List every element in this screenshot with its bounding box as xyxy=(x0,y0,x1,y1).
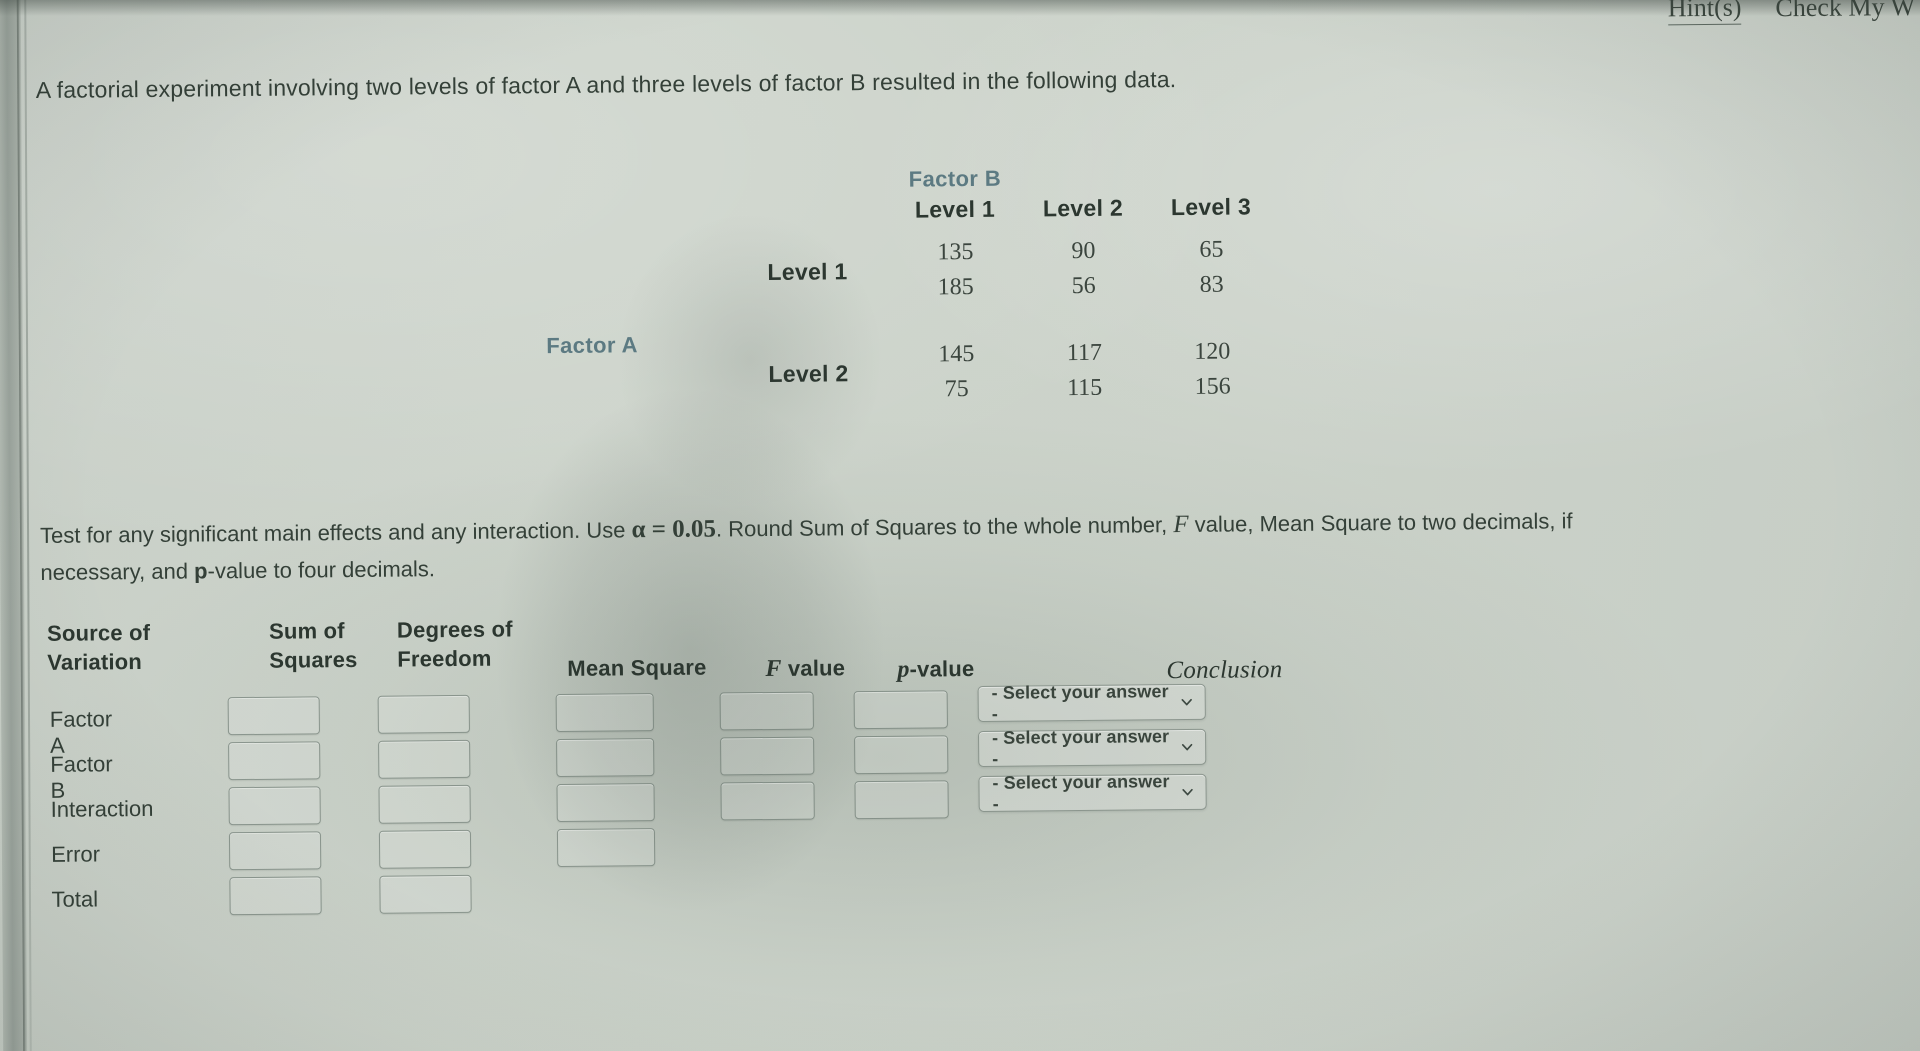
column-header-level-3: Level 3 xyxy=(1170,193,1252,221)
f-symbol: F xyxy=(1173,510,1189,539)
chevron-down-icon xyxy=(1181,785,1195,799)
column-header-level-1: Level 1 xyxy=(914,195,996,223)
conclusion-select-label: - Select your answer - xyxy=(992,771,1170,814)
row-header-level-1: Level 1 xyxy=(767,257,848,285)
p-value-word: -value xyxy=(909,656,975,682)
cell-a1-b3-r1: 65 xyxy=(1199,236,1224,263)
anova-row-label: Error xyxy=(51,841,101,867)
header-mean-square: Mean Square xyxy=(567,654,707,681)
cell-a2-b1-r1: 145 xyxy=(938,341,975,368)
sum-of-squares-input-5[interactable] xyxy=(229,876,322,916)
degrees-of-freedom-input-5[interactable] xyxy=(379,874,472,914)
f-value-word: value xyxy=(781,655,846,681)
degrees-of-freedom-input-2[interactable] xyxy=(378,739,471,779)
instruction-text-d: necessary, and xyxy=(40,558,195,585)
sum-of-squares-input-3[interactable] xyxy=(228,786,321,826)
factor-a-label: Factor A xyxy=(546,332,639,359)
sum-of-squares-input-1[interactable] xyxy=(227,696,320,736)
p-value-input-2[interactable] xyxy=(854,735,949,775)
instruction-text-b: . Round Sum of Squares to the whole numb… xyxy=(715,512,1174,542)
instruction-text-e: -value to four decimals. xyxy=(207,556,436,584)
screenshot-root: Hint(s) Check My W A factorial experimen… xyxy=(0,0,1920,1051)
anova-rows: Factor A- Select your answer - Factor B- … xyxy=(48,681,1207,924)
cell-a1-b1-r2: 185 xyxy=(937,274,974,301)
p-value-symbol: p xyxy=(897,656,910,683)
cell-a2-b1-r2: 75 xyxy=(944,376,969,403)
alpha-level: α = 0.05 xyxy=(631,515,717,544)
header-source-of-variation: Source of Variation xyxy=(46,619,151,675)
conclusion-select-label: - Select your answer - xyxy=(991,681,1169,724)
f-value-input-3[interactable] xyxy=(720,781,815,821)
cell-a1-b3-r2: 83 xyxy=(1199,271,1224,298)
f-value-input-2[interactable] xyxy=(720,736,815,776)
mean-square-input-2[interactable] xyxy=(556,738,655,778)
table-row: Level 2 145 117 120 xyxy=(688,334,1276,387)
degrees-of-freedom-input-3[interactable] xyxy=(378,784,471,824)
cell-a1-b2-r2: 56 xyxy=(1071,272,1096,300)
data-table-header-row: Level 1 Level 2 Level 3 xyxy=(687,193,1275,238)
header-p-value: p-value xyxy=(897,653,1047,684)
p-symbol: p xyxy=(193,558,208,584)
conclusion-select-label: - Select your answer - xyxy=(991,726,1170,769)
degrees-of-freedom-input-4[interactable] xyxy=(378,829,472,869)
cell-a1-b2-r1: 90 xyxy=(1071,237,1096,265)
mean-square-input-4[interactable] xyxy=(556,828,656,868)
row-header-level-2: Level 2 xyxy=(768,359,849,387)
instruction-paragraph: Test for any significant main effects an… xyxy=(40,499,1896,591)
f-value-symbol: F xyxy=(765,655,782,683)
factor-b-label: Factor B xyxy=(908,165,1002,192)
chevron-down-icon xyxy=(1180,695,1194,709)
mean-square-input-1[interactable] xyxy=(555,693,654,733)
instruction-text-c: value, Mean Square to two decimals, if xyxy=(1188,508,1573,537)
anova-header-row: Source of Variation Sum of Squares Degre… xyxy=(47,616,1283,699)
cell-a1-b1-r1: 135 xyxy=(937,239,974,266)
conclusion-select-1[interactable]: - Select your answer - xyxy=(977,681,1206,724)
page-content: Hint(s) Check My W A factorial experimen… xyxy=(0,0,1920,1051)
p-value-input-1[interactable] xyxy=(853,690,948,730)
anova-row-label: Total xyxy=(51,886,99,912)
degrees-of-freedom-input-1[interactable] xyxy=(377,694,470,734)
mean-square-input-3[interactable] xyxy=(556,783,655,823)
cell-a2-b3-r1: 120 xyxy=(1194,338,1231,365)
column-header-level-2: Level 2 xyxy=(1042,194,1124,222)
conclusion-select-3[interactable]: - Select your answer - xyxy=(978,771,1207,814)
given-data-table: Factor B Factor A Level 1 Level 2 Level … xyxy=(546,166,1277,410)
instruction-text-a: Test for any significant main effects an… xyxy=(39,517,632,548)
header-f-value: F value xyxy=(765,653,915,684)
chevron-down-icon xyxy=(1180,740,1194,754)
top-shadow-band xyxy=(0,0,1920,16)
anova-row-label: Interaction xyxy=(50,795,154,822)
problem-statement: A factorial experiment involving two lev… xyxy=(35,66,1177,104)
p-value-input-3[interactable] xyxy=(854,780,949,820)
cell-a2-b2-r1: 117 xyxy=(1066,339,1103,367)
f-value-input-1[interactable] xyxy=(719,691,814,731)
cell-a2-b3-r2: 156 xyxy=(1194,373,1231,400)
table-row: Level 1 135 90 65 xyxy=(687,232,1275,285)
corner-cell xyxy=(687,197,891,238)
header-degrees-of-freedom: Degrees of Freedom xyxy=(396,616,513,672)
sum-of-squares-input-2[interactable] xyxy=(228,741,321,781)
cell-a2-b2-r2: 115 xyxy=(1067,374,1103,402)
conclusion-select-2[interactable]: - Select your answer - xyxy=(977,726,1207,769)
sum-of-squares-input-4[interactable] xyxy=(228,831,322,871)
anova-answer-table: Source of Variation Sum of Squares Degre… xyxy=(47,616,1283,924)
